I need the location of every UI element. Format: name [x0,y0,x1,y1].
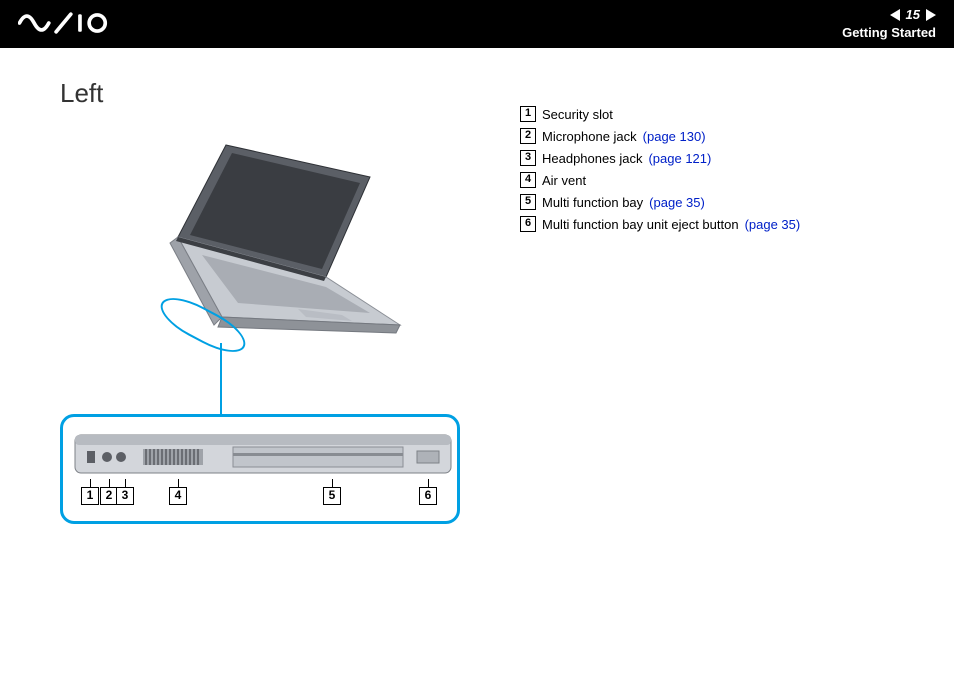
legend-column: 1 Security slot 2 Microphone jack (page … [520,78,914,539]
page-link[interactable]: (page 35) [649,195,705,210]
page-nav: 15 [842,7,936,23]
page-title: Left [60,78,480,109]
callout-4: 4 [169,479,187,505]
callout-3: 3 [116,479,134,505]
section-name: Getting Started [842,25,936,41]
callout-row: 1 2 3 4 5 6 [71,479,471,504]
legend-num-box: 6 [520,216,536,232]
legend-item-6: 6 Multi function bay unit eject button (… [520,216,914,232]
legend-num-box: 1 [520,106,536,122]
page-number: 15 [906,7,920,23]
header-bar: 15 Getting Started [0,0,954,48]
legend-item-1: 1 Security slot [520,106,914,122]
page-link[interactable]: (page 35) [745,217,801,232]
callout-5: 5 [323,479,341,505]
side-view-illustration [73,429,453,479]
legend-item-2: 2 Microphone jack (page 130) [520,128,914,144]
header-right: 15 Getting Started [842,7,936,40]
legend-num-box: 3 [520,150,536,166]
legend-num-box: 4 [520,172,536,188]
connector-line [220,343,222,415]
prev-page-arrow-icon[interactable] [890,9,900,21]
callout-6: 6 [419,479,437,505]
legend-label: Security slot [542,107,613,122]
legend-item-4: 4 Air vent [520,172,914,188]
diagram-column: Left [60,78,480,539]
legend-label: Microphone jack [542,129,637,144]
callout-1: 1 [81,479,99,505]
content-area: Left [0,48,954,539]
side-view-panel: 1 2 3 4 5 6 [60,414,460,524]
page-link[interactable]: (page 121) [648,151,711,166]
legend-item-3: 3 Headphones jack (page 121) [520,150,914,166]
page-link[interactable]: (page 130) [643,129,706,144]
legend-label: Multi function bay unit eject button [542,217,739,232]
legend-item-5: 5 Multi function bay (page 35) [520,194,914,210]
legend-num-box: 2 [520,128,536,144]
legend-label: Air vent [542,173,586,188]
legend-label: Multi function bay [542,195,643,210]
laptop-diagram: 1 2 3 4 5 6 [60,139,460,539]
vaio-logo [18,12,135,37]
legend-label: Headphones jack [542,151,642,166]
next-page-arrow-icon[interactable] [926,9,936,21]
legend-num-box: 5 [520,194,536,210]
